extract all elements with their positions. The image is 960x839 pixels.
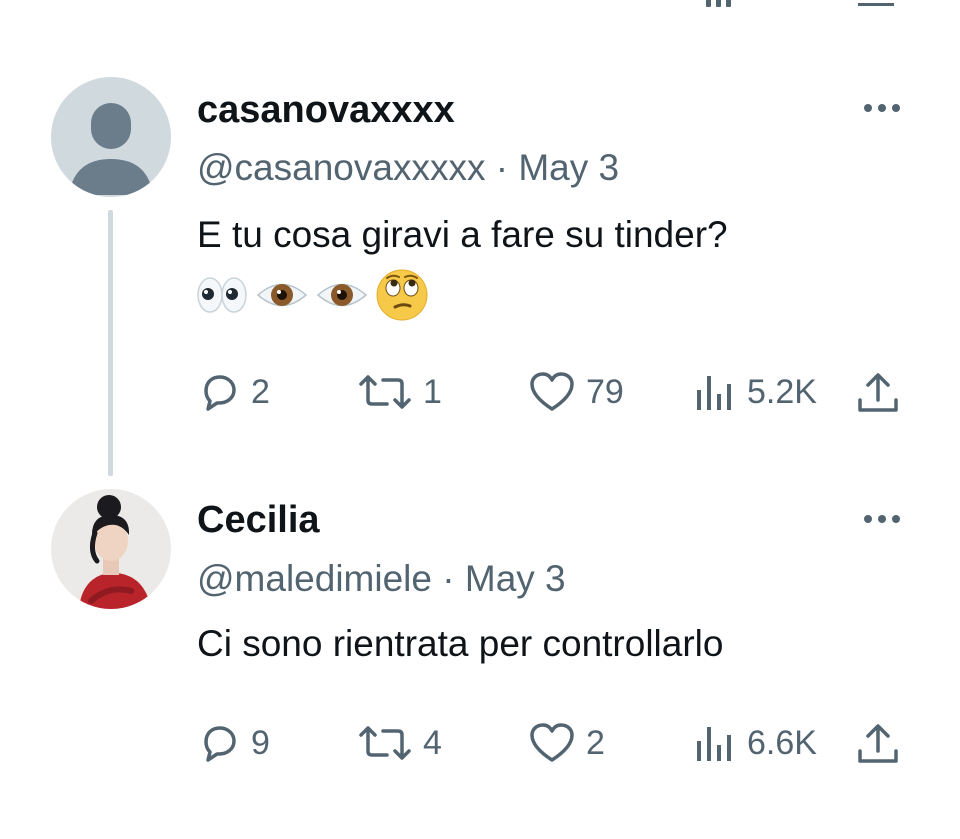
- post-text: Ci sono rientrata per controllarlo: [197, 623, 724, 664]
- views-icon: [697, 727, 731, 761]
- repost-icon: [359, 726, 411, 760]
- heart-icon: [530, 723, 574, 762]
- repost-button[interactable]: 1: [357, 370, 442, 414]
- separator: ·: [495, 147, 509, 188]
- face-with-rolling-eyes-emoji-icon: [376, 269, 428, 321]
- handle[interactable]: @maledimiele: [197, 558, 432, 599]
- separator: ·: [442, 558, 455, 599]
- thread-line: [108, 210, 113, 476]
- heart-icon: [530, 372, 574, 411]
- emoji-row: [195, 268, 429, 322]
- eyes-emoji-icon: [197, 277, 247, 313]
- like-count: 2: [586, 723, 605, 762]
- share-icon-cropped: [858, 0, 894, 6]
- reply-icon: [204, 726, 236, 762]
- reply-count: 9: [251, 723, 270, 762]
- views-icon-cropped: [706, 0, 738, 7]
- eye-emoji-icon: [256, 283, 308, 307]
- eye-emoji-icon: [316, 283, 368, 307]
- more-icon[interactable]: [852, 98, 912, 118]
- share-icon: [858, 373, 898, 412]
- more-icon[interactable]: [852, 509, 912, 529]
- reply-button[interactable]: 9: [197, 721, 270, 765]
- like-button[interactable]: 79: [528, 370, 624, 414]
- avatar-cecilia[interactable]: [51, 489, 171, 609]
- display-name[interactable]: Cecilia: [197, 498, 320, 542]
- handle[interactable]: @casanovaxxxxx: [197, 147, 485, 188]
- repost-count: 1: [423, 372, 442, 411]
- post-meta: @casanovaxxxxx · May 3: [197, 146, 619, 190]
- post-text: E tu cosa giravi a fare su tinder?: [197, 214, 728, 255]
- repost-count: 4: [423, 723, 442, 762]
- like-button[interactable]: 2: [528, 721, 605, 765]
- repost-icon: [359, 375, 411, 409]
- view-count: 5.2K: [747, 372, 817, 411]
- post-date[interactable]: May 3: [518, 147, 619, 188]
- share-button[interactable]: [856, 721, 900, 765]
- avatar-default[interactable]: [51, 77, 171, 197]
- share-icon: [858, 724, 898, 763]
- post-date[interactable]: May 3: [465, 558, 566, 599]
- like-count: 79: [586, 372, 624, 411]
- view-count: 6.6K: [747, 723, 817, 762]
- views-button[interactable]: 6.6K: [693, 721, 817, 765]
- views-button[interactable]: 5.2K: [693, 370, 817, 414]
- share-button[interactable]: [856, 370, 900, 414]
- reply-count: 2: [251, 372, 270, 411]
- views-icon: [697, 376, 731, 410]
- post-meta: @maledimiele · May 3: [197, 557, 566, 601]
- display-name[interactable]: casanovaxxxx: [197, 88, 455, 132]
- repost-button[interactable]: 4: [357, 721, 442, 765]
- reply-button[interactable]: 2: [197, 370, 270, 414]
- reply-icon: [204, 375, 236, 411]
